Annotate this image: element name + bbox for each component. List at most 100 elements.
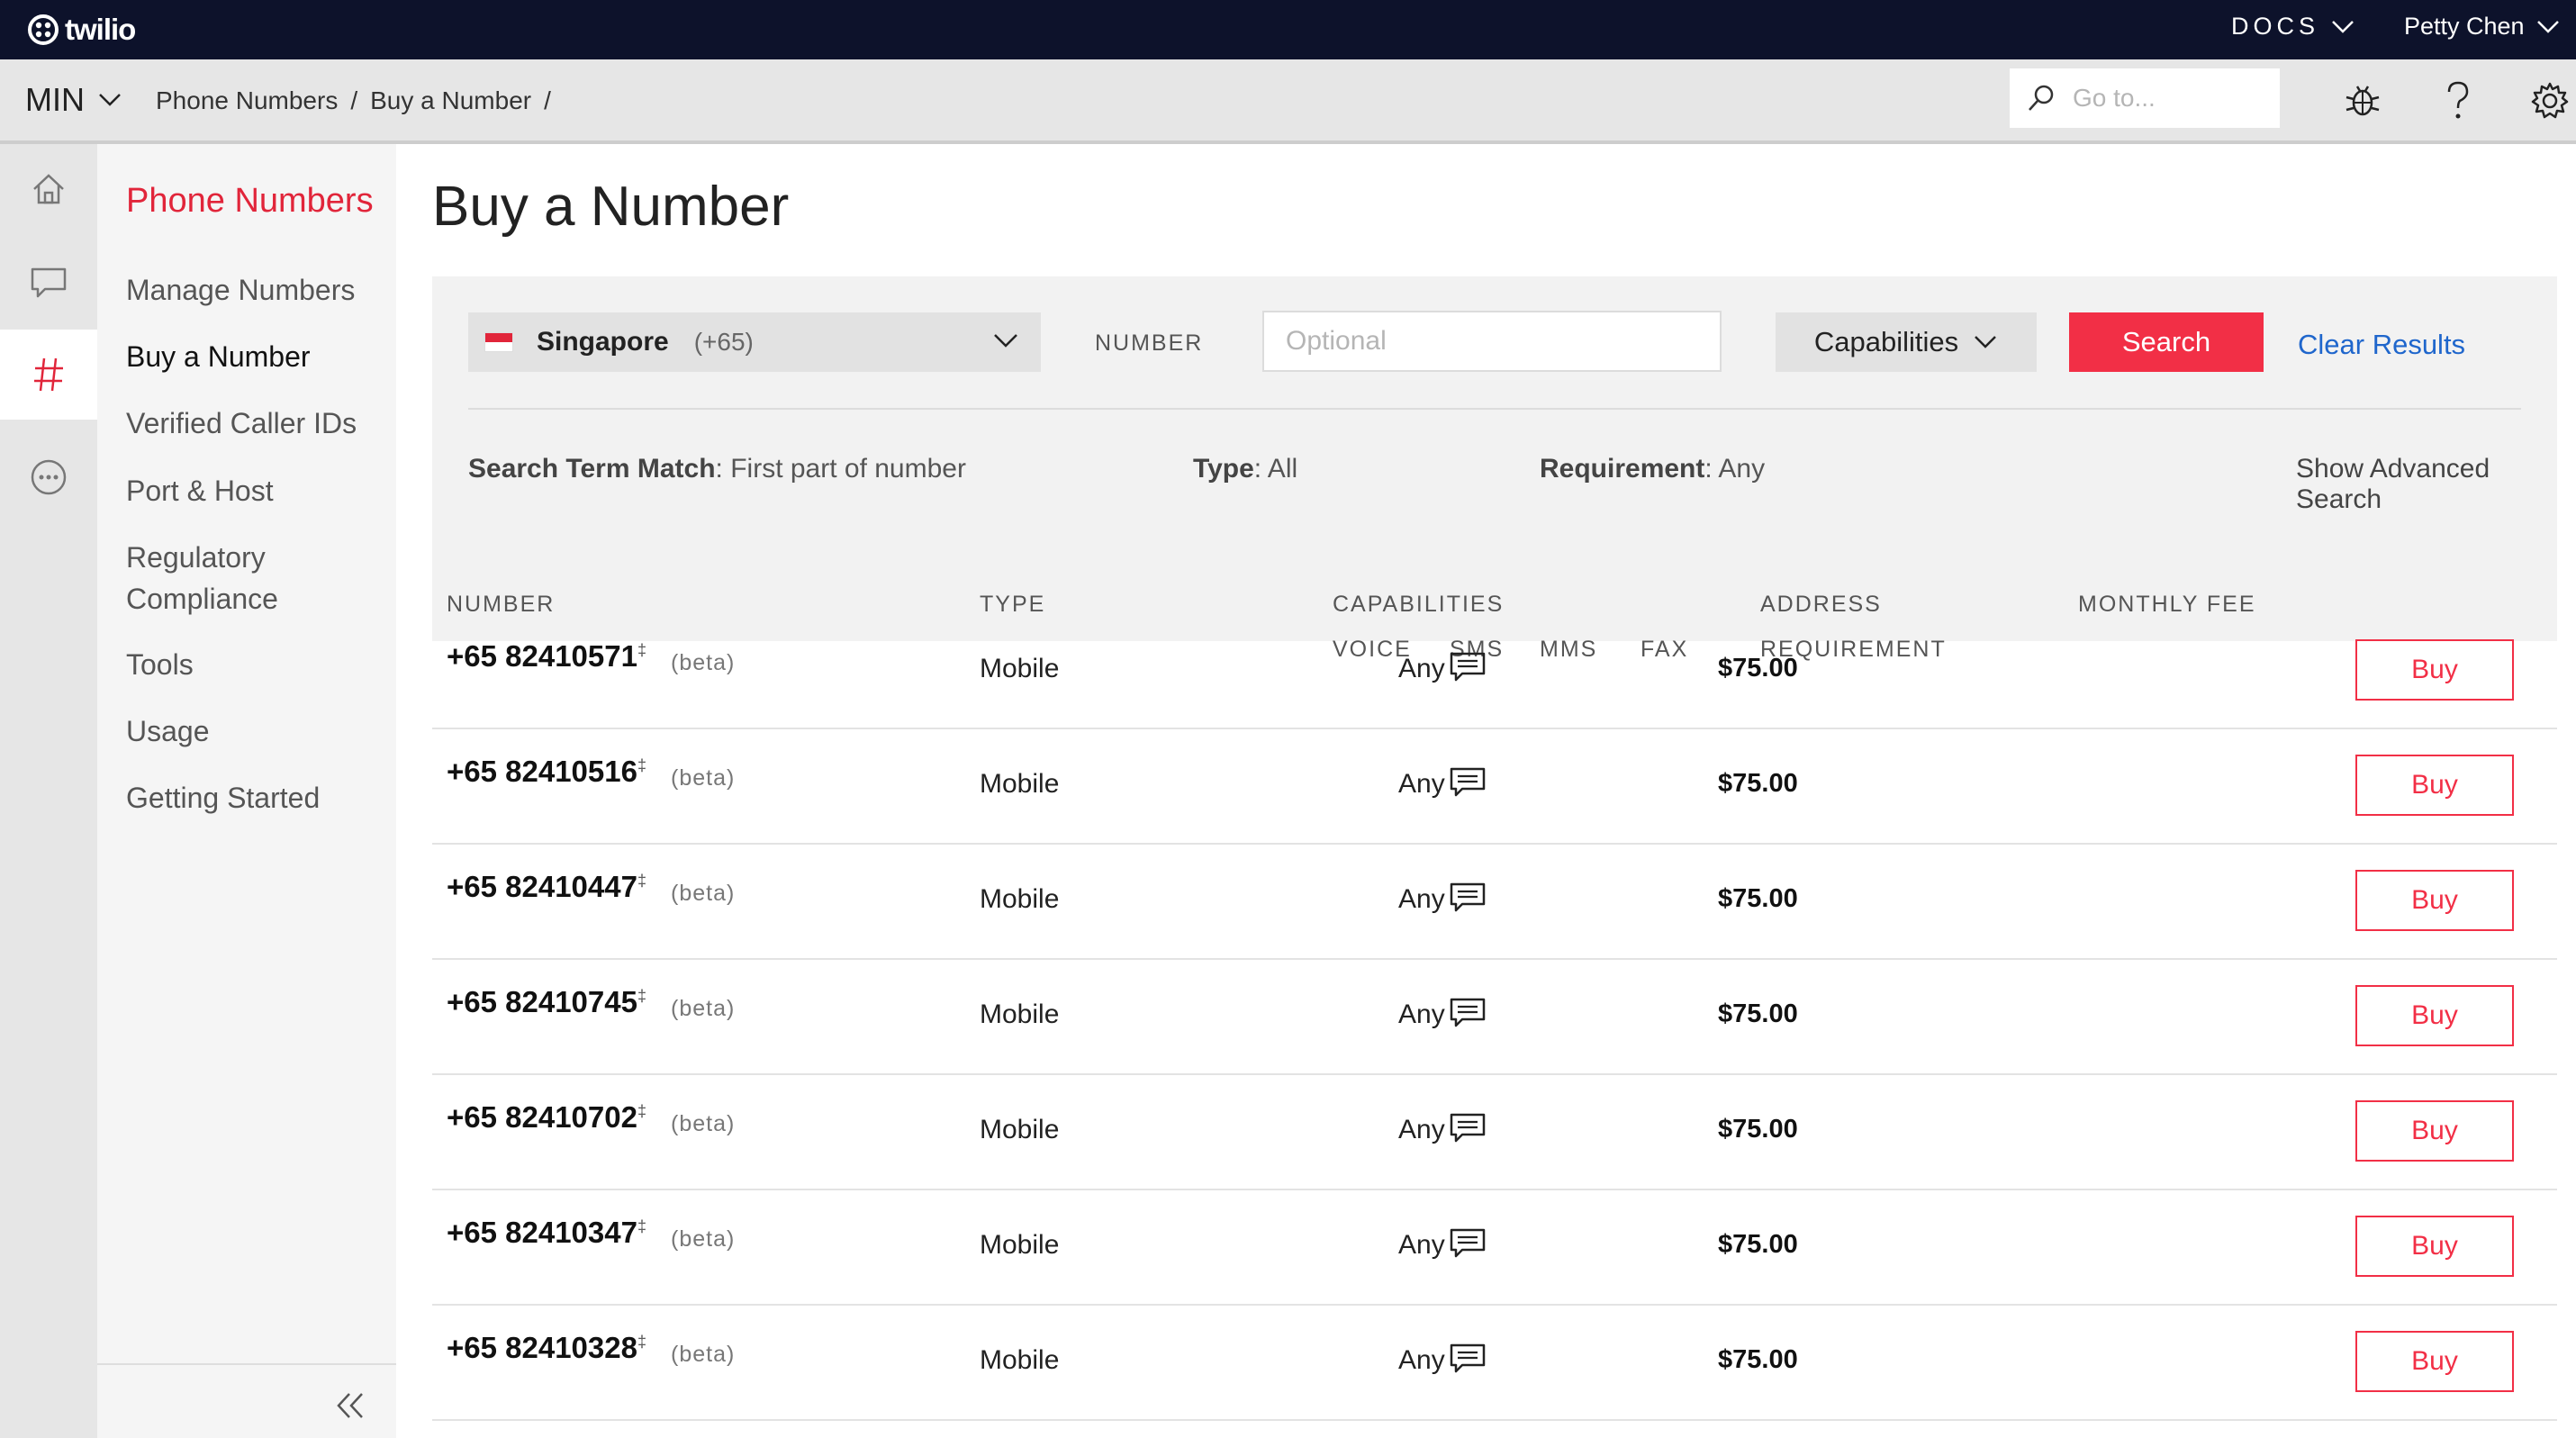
search-button[interactable]: Search: [2069, 312, 2264, 372]
monthly-fee: $75.00: [1718, 654, 1798, 683]
nav-item-port-host[interactable]: Port & Host: [126, 470, 387, 511]
nav-item-tools[interactable]: Tools: [126, 644, 387, 685]
goto-input[interactable]: [2071, 83, 2273, 113]
capabilities-dropdown[interactable]: Capabilities: [1776, 312, 2037, 372]
twilio-logo[interactable]: twilio: [27, 11, 136, 49]
chevron-down-icon: [994, 334, 1017, 348]
sms-capability-icon: [1448, 996, 1487, 1035]
beta-label: (beta): [671, 1111, 736, 1136]
phone-number[interactable]: +65 82410745‡: [447, 985, 646, 1019]
table-row: +65 82410516‡ (beta) Mobile Any $75.00 B…: [432, 729, 2557, 845]
number-type: Mobile: [980, 1115, 1060, 1144]
question-icon: [2447, 81, 2469, 119]
number-type: Mobile: [980, 769, 1060, 799]
phone-number[interactable]: +65 82410702‡: [447, 1100, 646, 1135]
filter-value: : First part of number: [715, 454, 966, 484]
docs-menu[interactable]: DOCS: [2231, 13, 2355, 41]
page-title: Buy a Number: [432, 176, 790, 238]
rail-home[interactable]: [0, 144, 97, 234]
user-name: Petty Chen: [2404, 13, 2525, 40]
address-requirement: Any: [1398, 1115, 1445, 1144]
nav-title[interactable]: Phone Numbers: [126, 182, 374, 221]
buy-button[interactable]: Buy: [2355, 1331, 2514, 1392]
rail-more[interactable]: [0, 432, 97, 522]
nav-item-verified-caller-ids[interactable]: Verified Caller IDs: [126, 402, 387, 444]
main-content: Buy a Number Singapore (+65) NUMBER Capa…: [396, 144, 2576, 1438]
buy-button[interactable]: Buy: [2355, 639, 2514, 701]
nav-item-regulatory-compliance[interactable]: Regulatory Compliance: [126, 537, 387, 620]
number-type: Mobile: [980, 1230, 1060, 1260]
user-menu[interactable]: Petty Chen: [2404, 13, 2561, 41]
phone-number[interactable]: +65 82410516‡: [447, 755, 646, 789]
buy-button[interactable]: Buy: [2355, 1216, 2514, 1277]
buy-button[interactable]: Buy: [2355, 870, 2514, 931]
nav-item-buy-a-number[interactable]: Buy a Number: [126, 336, 387, 377]
beta-label: (beta): [671, 765, 736, 791]
filter-value: : Any: [1704, 454, 1766, 484]
nav-item-getting-started[interactable]: Getting Started: [126, 777, 387, 818]
phone-number[interactable]: +65 82410571‡: [447, 639, 646, 674]
filter-value: : All: [1253, 454, 1298, 484]
monthly-fee: $75.00: [1718, 769, 1798, 798]
help-button[interactable]: [2436, 79, 2480, 122]
rail-phone-numbers[interactable]: [0, 330, 97, 420]
filter-label: Search Term Match: [468, 454, 716, 484]
table-row: +65 82410571‡ (beta) Mobile Any $75.00 B…: [432, 614, 2557, 729]
nav-item-usage[interactable]: Usage: [126, 710, 387, 752]
table-row: +65 82410745‡ (beta) Mobile Any $75.00 B…: [432, 960, 2557, 1075]
top-bar: twilio DOCS Petty Chen: [0, 0, 2576, 59]
breadcrumb: Phone Numbers / Buy a Number /: [156, 86, 551, 115]
number-input[interactable]: [1262, 311, 1722, 372]
logo-text: twilio: [65, 13, 136, 46]
sms-capability-icon: [1448, 650, 1487, 689]
account-bar: MIN Phone Numbers / Buy a Number /: [0, 59, 2576, 144]
number-label: NUMBER: [1095, 330, 1204, 356]
number-type: Mobile: [980, 1345, 1060, 1375]
chat-icon: [31, 267, 67, 298]
rail-messaging[interactable]: [0, 237, 97, 327]
country-code: (+65): [693, 328, 754, 356]
buy-button[interactable]: Buy: [2355, 985, 2514, 1046]
breadcrumb-buy-a-number[interactable]: Buy a Number: [370, 86, 531, 115]
phone-number[interactable]: +65 82410447‡: [447, 870, 646, 904]
chevron-down-icon: [1975, 336, 1997, 348]
collapse-nav-button[interactable]: [328, 1383, 373, 1428]
show-advanced-search-link[interactable]: Show Advanced Search: [2296, 454, 2557, 515]
section-nav: Phone Numbers Manage Numbers Buy a Numbe…: [97, 144, 396, 1438]
number-type: Mobile: [980, 999, 1060, 1029]
chevron-down-icon: [2536, 20, 2559, 33]
number-type: Mobile: [980, 654, 1060, 683]
country-select[interactable]: Singapore (+65): [468, 312, 1041, 372]
address-requirement: Any: [1398, 654, 1445, 683]
hash-icon: [34, 357, 63, 392]
sms-capability-icon: [1448, 1226, 1487, 1265]
filter-type: Type: All: [1193, 454, 1297, 484]
debugger-button[interactable]: [2341, 79, 2384, 122]
filter-label: Requirement: [1540, 454, 1705, 484]
address-requirement: Any: [1398, 884, 1445, 914]
monthly-fee: $75.00: [1718, 999, 1798, 1028]
account-switcher[interactable]: MIN: [25, 81, 122, 119]
filter-requirement: Requirement: Any: [1540, 454, 1765, 484]
phone-number[interactable]: +65 82410347‡: [447, 1216, 646, 1250]
breadcrumb-separator: /: [350, 86, 358, 114]
results-table: +65 82410571‡ (beta) Mobile Any $75.00 B…: [432, 614, 2557, 1421]
settings-button[interactable]: [2528, 79, 2571, 122]
nav-item-manage-numbers[interactable]: Manage Numbers: [126, 269, 387, 311]
clear-results-link[interactable]: Clear Results: [2298, 329, 2465, 361]
goto-search[interactable]: [2010, 68, 2280, 128]
phone-number[interactable]: +65 82410328‡: [447, 1331, 646, 1365]
table-row: +65 82410328‡ (beta) Mobile Any $75.00 B…: [432, 1306, 2557, 1421]
breadcrumb-phone-numbers[interactable]: Phone Numbers: [156, 86, 338, 115]
twilio-logo-icon: [28, 14, 59, 45]
sms-capability-icon: [1448, 1342, 1487, 1380]
monthly-fee: $75.00: [1718, 884, 1798, 913]
buy-button[interactable]: Buy: [2355, 1100, 2514, 1162]
search-icon: [2029, 85, 2054, 111]
buy-button[interactable]: Buy: [2355, 755, 2514, 816]
chevron-down-icon: [2332, 20, 2354, 33]
table-row: +65 82410447‡ (beta) Mobile Any $75.00 B…: [432, 845, 2557, 960]
double-chevron-left-icon: [337, 1393, 363, 1418]
filter-search-term-match: Search Term Match: First part of number: [468, 454, 966, 484]
home-icon: [33, 174, 64, 204]
